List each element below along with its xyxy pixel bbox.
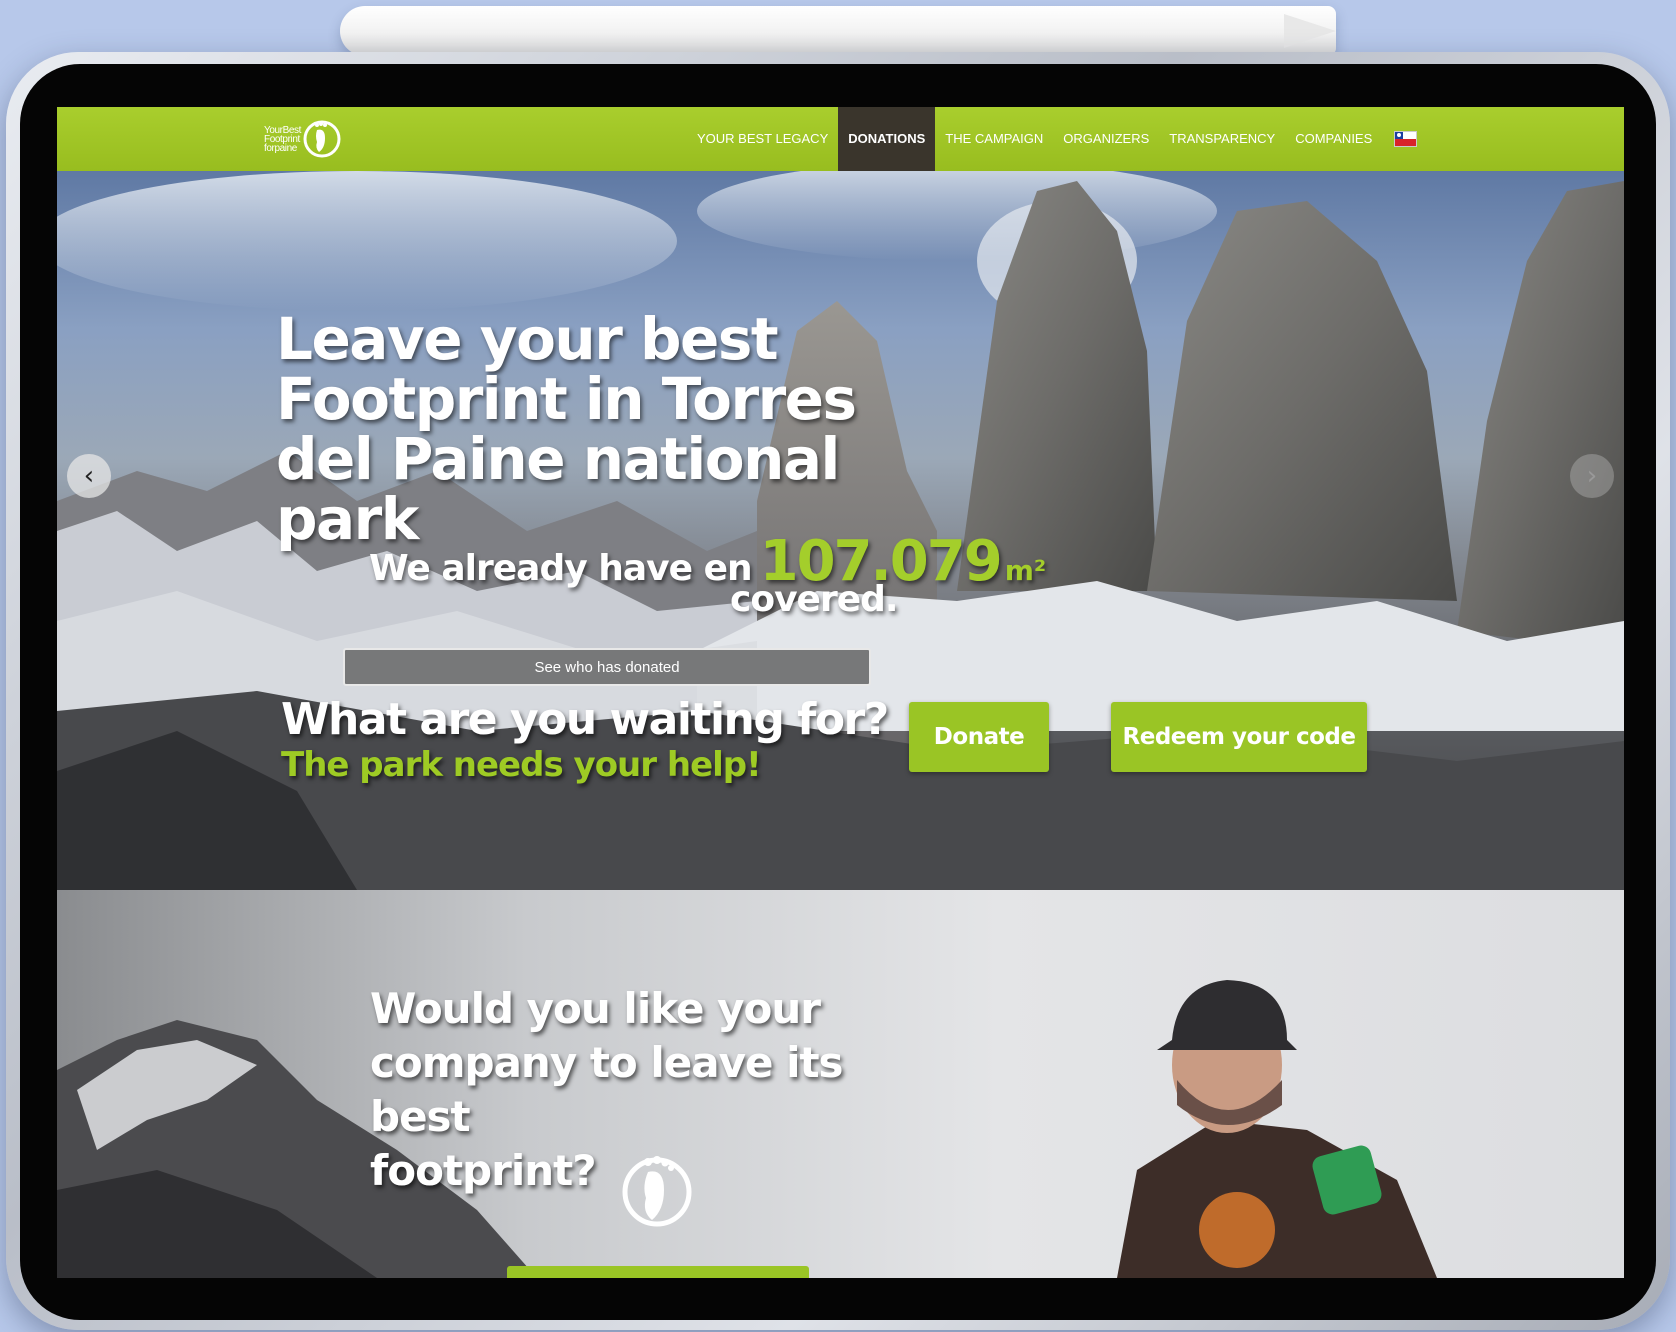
slider-next-button[interactable]: ›: [1570, 454, 1614, 498]
browser-screen: YourBest Footprint forpaine YOUR BEST LE…: [57, 107, 1624, 1278]
companies-title-line-2: company to leave its best: [370, 1038, 844, 1141]
hero-slider: Leave your best Footprint in Torres del …: [57, 171, 1624, 890]
chevron-left-icon: ‹: [83, 461, 95, 491]
cta-help-text: The park needs your help!: [281, 745, 762, 785]
companies-section: Would you like your company to leave its…: [57, 890, 1624, 1278]
nav-your-best-legacy[interactable]: YOUR BEST LEGACY: [687, 107, 838, 171]
main-menu: YOUR BEST LEGACY DONATIONS THE CAMPAIGN …: [687, 107, 1418, 171]
footprint-logo-icon: [303, 120, 341, 158]
hero-title: Leave your best Footprint in Torres del …: [276, 309, 996, 549]
apple-pencil: [340, 6, 1336, 56]
chevron-right-icon: ›: [1586, 461, 1598, 491]
chile-flag-icon[interactable]: [1394, 131, 1418, 147]
stat-prefix: We already have en: [369, 548, 753, 589]
hero-title-line-1: Leave your best: [276, 305, 779, 373]
nav-the-campaign[interactable]: THE CAMPAIGN: [935, 107, 1053, 171]
stat-unit: m²: [1004, 554, 1047, 587]
slider-prev-button[interactable]: ‹: [67, 454, 111, 498]
nav-donations[interactable]: DONATIONS: [838, 107, 936, 171]
top-navigation-bar: YourBest Footprint forpaine YOUR BEST LE…: [57, 107, 1624, 171]
logo-line-3: forpaine: [264, 142, 297, 154]
logo-wordmark: YourBest Footprint forpaine: [264, 125, 301, 154]
footprint-logo-icon: [622, 1156, 692, 1227]
nav-organizers[interactable]: ORGANIZERS: [1053, 107, 1159, 171]
hero-title-line-2: Footprint in Torres: [276, 365, 857, 433]
apple-pencil-tip: [1284, 14, 1336, 48]
nav-transparency[interactable]: TRANSPARENCY: [1159, 107, 1285, 171]
see-donors-button[interactable]: See who has donated: [343, 648, 871, 686]
nav-companies[interactable]: COMPANIES: [1285, 107, 1382, 171]
companies-title-line-1: Would you like your: [370, 984, 821, 1033]
donate-button[interactable]: Donate: [909, 702, 1049, 772]
stat-suffix: covered.: [730, 579, 899, 620]
area-covered-stat: We already have en 107.079 m²: [369, 529, 1046, 594]
companies-cta-button[interactable]: [507, 1266, 809, 1278]
cta-question: What are you waiting for?: [281, 694, 889, 745]
site-logo[interactable]: YourBest Footprint forpaine: [264, 117, 358, 161]
redeem-code-button[interactable]: Redeem your code: [1111, 702, 1367, 772]
